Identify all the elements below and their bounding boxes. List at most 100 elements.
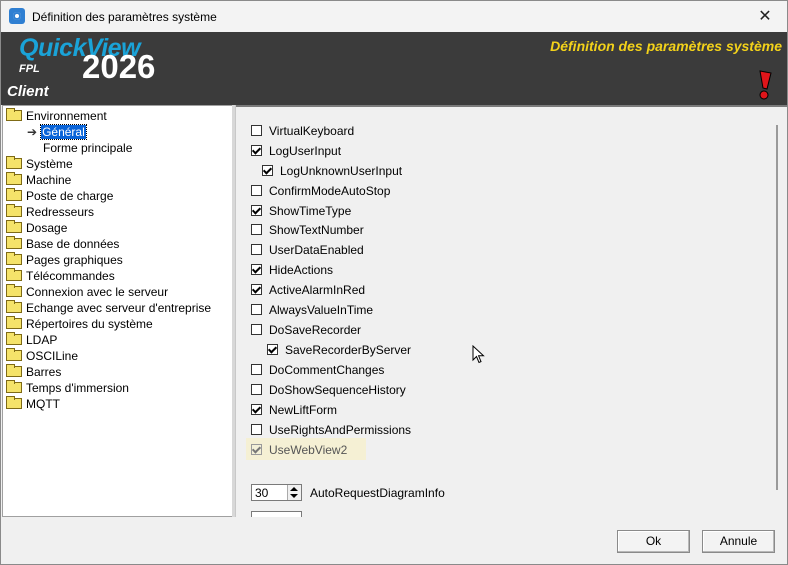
checkbox[interactable] [251, 384, 262, 396]
option-usewebview2[interactable]: UseWebView2 [251, 441, 347, 457]
tree-item[interactable]: Echange avec serveur d'entreprise [6, 299, 211, 315]
spin-up-icon[interactable] [290, 487, 298, 491]
checkbox[interactable] [251, 304, 262, 316]
folder-icon [6, 108, 22, 122]
option-confirmmodeautostop[interactable]: ConfirmModeAutoStop [251, 182, 390, 198]
checkbox[interactable] [262, 165, 273, 177]
option-showtextnumber[interactable]: ShowTextNumber [251, 221, 364, 237]
tree-item[interactable]: Temps d'immersion [6, 379, 129, 395]
category-tree: Environnement ➔ Général Forme principale Sys… [2, 105, 233, 517]
checkbox[interactable] [251, 205, 262, 217]
title-bar: Définition des paramètres système ✕ [1, 1, 787, 32]
tree-item[interactable]: Système [6, 155, 73, 171]
settings-panel: 30 AutoRequestDiagramInfo VirtualKeyboar… [235, 105, 787, 517]
option-label: UseRightsAndPermissions [269, 422, 412, 437]
option-label: LogUserInput [269, 143, 342, 158]
checkbox[interactable] [251, 364, 262, 376]
tree-item-label: Redresseurs [26, 204, 95, 219]
option-label: HideActions [269, 262, 334, 277]
vertical-scrollbar[interactable] [776, 125, 778, 490]
tree-item-label: Echange avec serveur d'entreprise [26, 300, 212, 315]
checkbox[interactable] [251, 284, 262, 296]
tree-item-label: OSCILine [26, 348, 79, 363]
checkbox[interactable] [251, 424, 262, 436]
option-alwaysvalueintime[interactable]: AlwaysValueInTime [251, 301, 373, 317]
header-banner: QuickView FPL 2026 Client Définition des… [1, 32, 787, 105]
tree-item-label: Environnement [26, 108, 107, 123]
checkbox[interactable] [251, 264, 262, 276]
option-label: VirtualKeyboard [269, 123, 355, 138]
ok-button[interactable]: Ok [617, 530, 690, 553]
tree-item-label: Poste de charge [26, 188, 114, 203]
option-label: DoCommentChanges [269, 362, 385, 377]
option-virtualkeyboard[interactable]: VirtualKeyboard [251, 122, 354, 138]
tree-item[interactable]: OSCILine [6, 347, 78, 363]
folder-icon [6, 284, 22, 298]
option-userightsandpermissions[interactable]: UseRightsAndPermissions [251, 421, 411, 437]
option-hideactions[interactable]: HideActions [251, 261, 333, 277]
option-saverecorderbyserver[interactable]: SaveRecorderByServer [267, 341, 411, 357]
option-label: ShowTextNumber [269, 222, 364, 237]
tree-item[interactable]: LDAP [6, 331, 57, 347]
option-activealarminred[interactable]: ActiveAlarmInRed [251, 281, 365, 297]
checkbox[interactable] [251, 185, 262, 197]
option-doshowsequencehistory[interactable]: DoShowSequenceHistory [251, 381, 406, 397]
auto-request-value[interactable]: 30 [255, 486, 268, 500]
checkbox[interactable] [251, 224, 262, 236]
tree-item[interactable]: ➔ Général [27, 123, 87, 140]
folder-icon [6, 220, 22, 234]
tree-item-label: MQTT [26, 396, 60, 411]
tree-item-label: Base de données [26, 236, 120, 251]
arrow-right-icon: ➔ [27, 124, 38, 139]
checkbox[interactable] [251, 404, 262, 416]
tree-item[interactable]: Environnement [6, 107, 107, 123]
tree-item[interactable]: Poste de charge [6, 187, 113, 203]
tree-item[interactable]: Répertoires du système [6, 315, 153, 331]
option-label: AlwaysValueInTime [269, 302, 374, 317]
tree-item[interactable]: Connexion avec le serveur [6, 283, 168, 299]
option-docommentchanges[interactable]: DoCommentChanges [251, 361, 384, 377]
tree-item[interactable]: Barres [6, 363, 61, 379]
option-userdataenabled[interactable]: UserDataEnabled [251, 241, 364, 257]
checkbox[interactable] [251, 444, 262, 456]
tree-item[interactable]: MQTT [6, 395, 60, 411]
option-label: LogUnknownUserInput [280, 163, 403, 178]
option-newliftform[interactable]: NewLiftForm [251, 401, 337, 417]
tree-item-label: Télécommandes [26, 268, 115, 283]
panel-divider [236, 105, 787, 107]
spinner-buttons[interactable] [287, 485, 301, 500]
folder-icon [6, 204, 22, 218]
tree-item[interactable]: Forme principale [43, 139, 132, 155]
folder-icon [6, 380, 22, 394]
option-label: NewLiftForm [269, 402, 338, 417]
tree-item[interactable]: Dosage [6, 219, 67, 235]
checkbox[interactable] [251, 244, 262, 256]
folder-icon [6, 156, 22, 170]
dialog-window: Définition des paramètres système ✕ Quic… [0, 0, 788, 565]
option-loguserinput[interactable]: LogUserInput [251, 142, 341, 158]
tree-item-label: Machine [26, 172, 72, 187]
checkbox[interactable] [267, 344, 278, 356]
folder-icon [6, 268, 22, 282]
close-button[interactable]: ✕ [751, 5, 779, 29]
option-dosaverecorder[interactable]: DoSaveRecorder [251, 321, 361, 337]
tree-item[interactable]: Machine [6, 171, 71, 187]
exclamation-alert-icon [759, 70, 772, 100]
checkbox[interactable] [251, 324, 262, 336]
tree-item[interactable]: Base de données [6, 235, 119, 251]
option-label: SaveRecorderByServer [285, 342, 412, 357]
checkbox[interactable] [251, 125, 262, 137]
option-logunknownuserinput[interactable]: LogUnknownUserInput [262, 162, 402, 178]
tree-item[interactable]: Télécommandes [6, 267, 115, 283]
tree-item-label: Système [26, 156, 73, 171]
option-showtimetype[interactable]: ShowTimeType [251, 202, 351, 218]
folder-icon [6, 396, 22, 410]
option-label: ActiveAlarmInRed [269, 282, 366, 297]
tree-item[interactable]: Pages graphiques [6, 251, 123, 267]
tree-item[interactable]: Redresseurs [6, 203, 94, 219]
checkbox[interactable] [251, 145, 262, 157]
auto-request-spinner[interactable]: 30 [251, 484, 302, 501]
folder-icon [6, 364, 22, 378]
cancel-button[interactable]: Annule [702, 530, 775, 553]
spin-down-icon[interactable] [290, 494, 298, 498]
